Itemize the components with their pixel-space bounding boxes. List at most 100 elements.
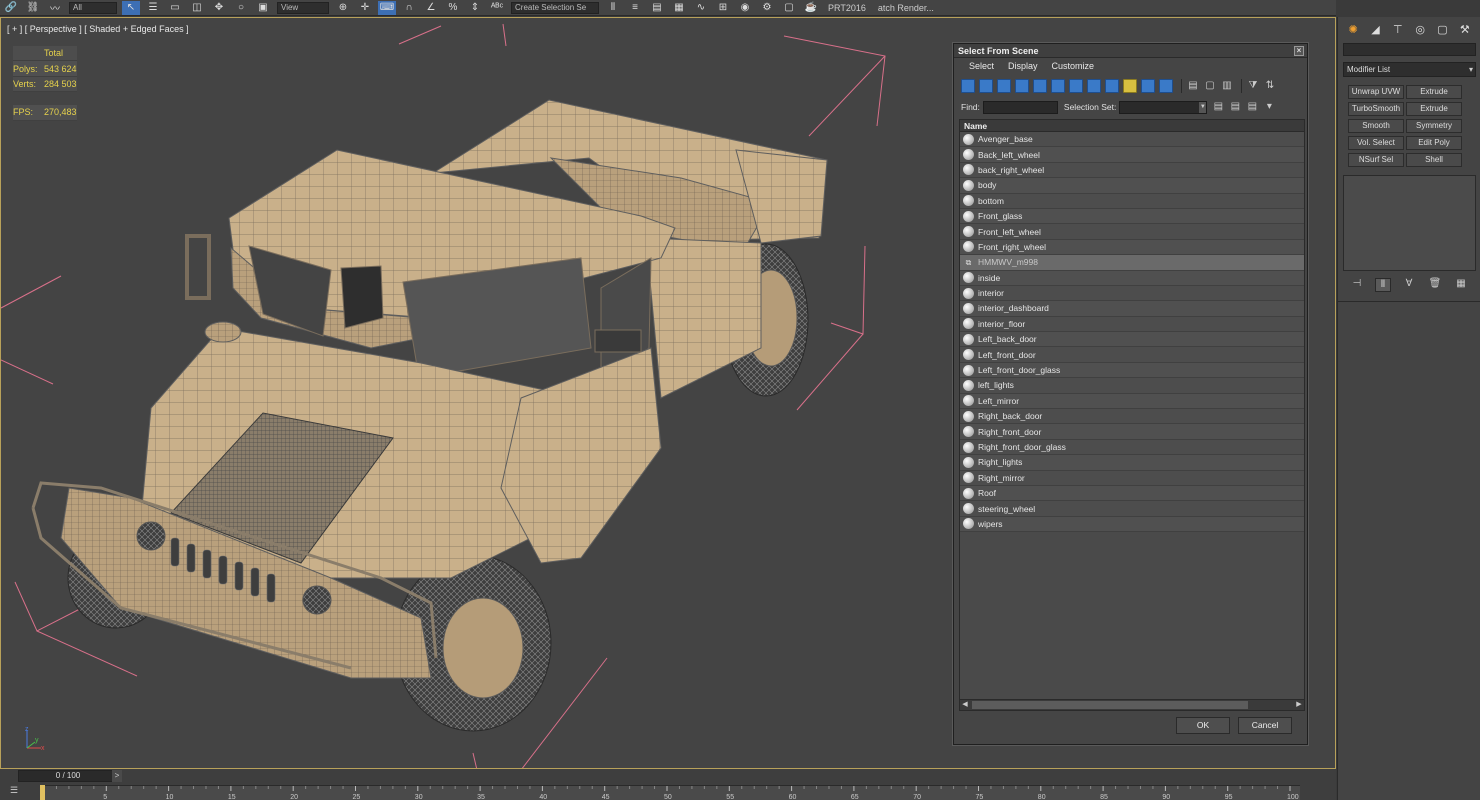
edit-named-selection-icon[interactable]: ᴬᴮᶜ — [488, 1, 506, 15]
layer-manager-icon[interactable]: ▤ — [648, 1, 666, 15]
material-editor-icon[interactable]: ◉ — [736, 1, 754, 15]
list-item[interactable]: Right_mirror — [960, 470, 1304, 486]
ok-button[interactable]: OK — [1176, 717, 1230, 734]
list-item[interactable]: steering_wheel — [960, 501, 1304, 517]
modifier-list-dropdown[interactable]: Modifier List ▾ — [1343, 62, 1476, 77]
time-slider[interactable]: 0 / 100 — [18, 770, 118, 782]
next-frame-icon[interactable]: > — [112, 770, 122, 782]
invert-display-icon[interactable]: ▥ — [1220, 79, 1234, 93]
modify-tab-icon[interactable]: ◢ — [1366, 23, 1384, 36]
create-tab-icon[interactable]: ✺ — [1344, 23, 1362, 36]
menu-customize[interactable]: Customize — [1052, 61, 1095, 71]
display-lights-icon[interactable] — [997, 79, 1011, 93]
display-frozen-icon[interactable] — [1141, 79, 1155, 93]
prt-label[interactable]: PRT2016 — [828, 3, 866, 13]
unwrap-uvw-button[interactable]: Unwrap UVW — [1348, 85, 1404, 99]
list-item[interactable]: ⧉ HMMWV_m998 — [960, 255, 1304, 271]
schematic-view-icon[interactable]: ⊞ — [714, 1, 732, 15]
frame-ruler[interactable]: 0510152025303540455055606570758085909510… — [40, 785, 1300, 800]
list-item[interactable]: Left_back_door — [960, 332, 1304, 348]
graphite-ribbon-icon[interactable]: ▦ — [670, 1, 688, 15]
select-object-icon[interactable]: ↖ — [122, 0, 140, 15]
snaps-toggle-icon[interactable]: ∩ — [400, 1, 418, 15]
link-icon[interactable]: 🔗 — [2, 1, 20, 15]
list-item[interactable]: bottom — [960, 193, 1304, 209]
render-setup-icon[interactable]: ⚙ — [758, 1, 776, 15]
window-crossing-icon[interactable]: ◫ — [188, 1, 206, 15]
menu-select[interactable]: Select — [969, 61, 994, 71]
select-scale-icon[interactable]: ▣ — [254, 1, 272, 15]
configure-modifier-sets-icon[interactable]: ▦ — [1453, 278, 1469, 292]
batch-render-label[interactable]: atch Render... — [878, 3, 934, 13]
rectangular-selection-icon[interactable]: ▭ — [166, 1, 184, 15]
bind-space-warp-icon[interactable]: 〰 — [46, 1, 64, 15]
collapse-toolbar-icon[interactable]: ▾ — [1262, 100, 1276, 114]
display-geometry-icon[interactable] — [961, 79, 975, 93]
list-item[interactable]: Right_lights — [960, 455, 1304, 471]
list-item[interactable]: left_lights — [960, 378, 1304, 394]
list-item[interactable]: body — [960, 178, 1304, 194]
motion-tab-icon[interactable]: ◎ — [1411, 23, 1429, 36]
find-input[interactable] — [982, 100, 1058, 114]
list-item[interactable]: Left_front_door — [960, 347, 1304, 363]
nsurf-sel-button[interactable]: NSurf Sel — [1348, 153, 1404, 167]
mini-curve-editor-icon[interactable]: ☰ — [4, 785, 24, 798]
viewport-label[interactable]: [ + ] [ Perspective ] [ Shaded + Edged F… — [7, 24, 189, 34]
list-item[interactable]: Front_left_wheel — [960, 224, 1304, 240]
display-hidden-icon[interactable] — [1159, 79, 1173, 93]
object-name-field[interactable] — [1343, 43, 1476, 56]
scroll-left-icon[interactable]: ◀ — [960, 700, 970, 710]
list-item[interactable]: Front_glass — [960, 208, 1304, 225]
reference-coordinate-dropdown[interactable]: View — [277, 1, 329, 14]
list-item[interactable]: Back_left_wheel — [960, 147, 1304, 163]
display-groups-icon[interactable] — [1069, 79, 1083, 93]
selection-set-dropdown[interactable]: ▼ — [1119, 100, 1208, 114]
list-item[interactable]: Right_front_door — [960, 424, 1304, 440]
select-rotate-icon[interactable]: ○ — [232, 1, 250, 15]
list-item[interactable]: Left_mirror — [960, 393, 1304, 410]
add-to-selection-set-icon[interactable]: ▤ — [1228, 100, 1242, 114]
display-shapes-icon[interactable] — [979, 79, 993, 93]
create-selection-set-icon[interactable]: ▤ — [1211, 100, 1225, 114]
list-item[interactable]: interior — [960, 285, 1304, 302]
turbosmooth-button[interactable]: TurboSmooth — [1348, 102, 1404, 116]
dialog-title-bar[interactable]: Select From Scene × — [954, 44, 1307, 58]
display-all-icon[interactable]: ▤ — [1186, 79, 1200, 93]
list-item[interactable]: Front_right_wheel — [960, 239, 1304, 256]
spinner-snap-icon[interactable]: ⇕ — [466, 1, 484, 15]
display-cameras-icon[interactable] — [1015, 79, 1029, 93]
list-item[interactable]: back_right_wheel — [960, 162, 1304, 179]
rendered-frame-window-icon[interactable]: ▢ — [780, 1, 798, 15]
display-none-icon[interactable]: ▢ — [1203, 79, 1217, 93]
show-end-result-icon[interactable]: Ⅱ — [1375, 278, 1391, 292]
display-helpers-icon[interactable] — [1033, 79, 1047, 93]
list-item[interactable]: Right_front_door_glass — [960, 439, 1304, 456]
mirror-icon[interactable]: ⫴ — [604, 1, 622, 15]
named-selection-sets-dropdown[interactable]: Create Selection Se — [511, 1, 599, 14]
pin-stack-icon[interactable]: ⊣ — [1349, 278, 1365, 292]
make-unique-icon[interactable]: ∀ — [1401, 278, 1417, 292]
edit-poly-button[interactable]: Edit Poly — [1406, 136, 1462, 150]
hierarchy-tab-icon[interactable]: ⊤ — [1389, 23, 1407, 36]
filter-icon[interactable]: ⧩ — [1246, 79, 1260, 93]
name-column-header[interactable]: Name — [960, 120, 1304, 132]
angle-snap-icon[interactable]: ∠ — [422, 1, 440, 15]
cancel-button[interactable]: Cancel — [1238, 717, 1292, 734]
extrude-button-2[interactable]: Extrude — [1406, 102, 1462, 116]
list-item[interactable]: Right_back_door — [960, 409, 1304, 425]
align-icon[interactable]: ≡ — [626, 1, 644, 15]
unlink-icon[interactable]: ⛓ — [24, 1, 42, 15]
keyboard-shortcut-override-icon[interactable]: ⌨ — [378, 0, 396, 15]
remove-from-selection-set-icon[interactable]: ▤ — [1245, 100, 1259, 114]
display-space-warps-icon[interactable] — [1051, 79, 1065, 93]
horizontal-scrollbar[interactable]: ◀ ▶ — [960, 699, 1304, 710]
list-item[interactable]: interior_floor — [960, 316, 1304, 333]
render-production-icon[interactable]: ☕ — [802, 1, 820, 15]
smooth-button[interactable]: Smooth — [1348, 119, 1404, 133]
modifier-stack[interactable] — [1343, 175, 1476, 271]
menu-display[interactable]: Display — [1008, 61, 1038, 71]
percent-snap-icon[interactable]: % — [444, 1, 462, 15]
display-containers-icon[interactable] — [1123, 79, 1137, 93]
list-item[interactable]: inside — [960, 270, 1304, 286]
list-item[interactable]: Avenger_base — [960, 132, 1304, 148]
